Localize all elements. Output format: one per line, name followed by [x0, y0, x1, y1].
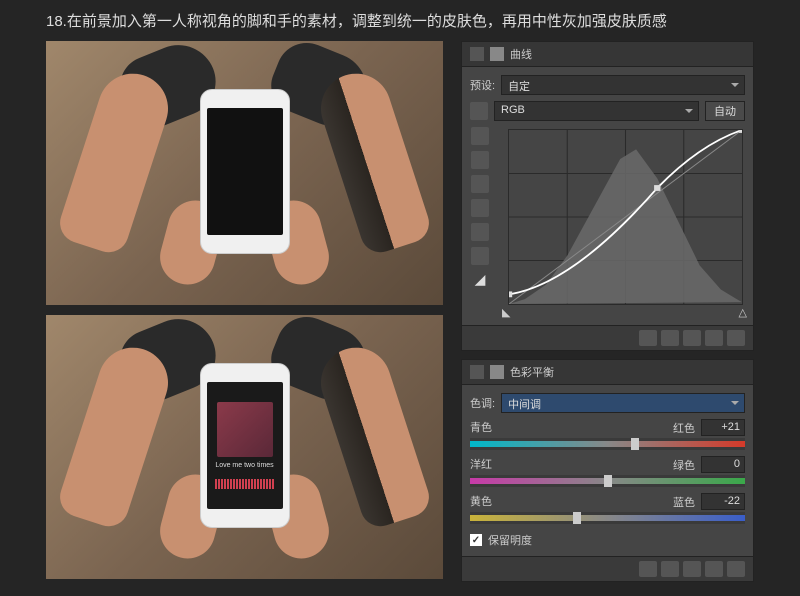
clip-to-layer-icon[interactable]	[639, 561, 657, 577]
eyedropper-white-icon[interactable]	[471, 175, 489, 193]
hand-icon[interactable]	[471, 247, 489, 265]
slider-value-input[interactable]: +21	[701, 419, 745, 436]
magenta-green-slider[interactable]	[470, 475, 745, 487]
checkbox-label: 保留明度	[488, 532, 532, 548]
trash-icon[interactable]	[727, 330, 745, 346]
white-slider[interactable]: △	[739, 306, 747, 319]
panel-title: 曲线	[510, 46, 532, 62]
phone-music-title: Love me two times	[207, 462, 283, 469]
panel-tab-icon[interactable]	[470, 47, 484, 61]
trash-icon[interactable]	[727, 561, 745, 577]
view-previous-icon[interactable]	[661, 561, 679, 577]
slider-value-input[interactable]: 0	[701, 456, 745, 473]
preset-label: 预设:	[470, 77, 495, 93]
color-balance-panel: 色彩平衡 色调: 中间调 青色 红色 +21	[461, 359, 754, 582]
slider-left-label: 青色	[470, 419, 492, 436]
visibility-icon[interactable]	[705, 330, 723, 346]
curves-tool-strip: ◢	[470, 127, 490, 317]
panel-footer	[462, 556, 753, 581]
slider-left-label: 洋红	[470, 456, 492, 473]
before-image	[46, 41, 443, 305]
visibility-icon[interactable]	[705, 561, 723, 577]
cyan-red-slider[interactable]	[470, 438, 745, 450]
slider-right-label: 绿色	[673, 457, 695, 473]
image-column: Love me two times	[46, 41, 443, 589]
curve-point[interactable]	[509, 291, 512, 297]
step-caption: 18.在前景加入第一人称视角的脚和手的素材，调整到统一的皮肤色，再用中性灰加强皮…	[46, 10, 754, 31]
slider-right-label: 蓝色	[673, 494, 695, 510]
panel-tab-icon[interactable]	[490, 47, 504, 61]
preset-select[interactable]: 自定	[501, 75, 745, 95]
auto-button[interactable]: 自动	[705, 101, 745, 121]
after-image: Love me two times	[46, 315, 443, 579]
reset-icon[interactable]	[683, 561, 701, 577]
panel-tab-icon[interactable]	[470, 365, 484, 379]
smooth-icon[interactable]	[471, 223, 489, 241]
clip-icon[interactable]: ◢	[471, 271, 489, 289]
curve-point[interactable]	[654, 185, 660, 191]
channel-select[interactable]: RGB	[494, 101, 699, 121]
curve-point[interactable]	[739, 130, 742, 133]
panel-tab-icon[interactable]	[490, 365, 504, 379]
clip-to-layer-icon[interactable]	[639, 330, 657, 346]
tone-select[interactable]: 中间调	[501, 393, 745, 413]
slider-value-input[interactable]: -22	[701, 493, 745, 510]
curves-graph[interactable]: ◣ △	[496, 127, 745, 317]
preserve-luminosity-checkbox[interactable]: ✓ 保留明度	[470, 532, 745, 548]
yellow-blue-slider[interactable]	[470, 512, 745, 524]
histogram-shape	[509, 149, 742, 304]
reset-icon[interactable]	[683, 330, 701, 346]
panel-title: 色彩平衡	[510, 364, 554, 380]
finger-icon[interactable]	[470, 102, 488, 120]
slider-left-label: 黄色	[470, 493, 492, 510]
check-icon: ✓	[470, 534, 482, 546]
black-slider[interactable]: ◣	[502, 306, 510, 319]
panel-footer	[462, 325, 753, 350]
pencil-icon[interactable]	[471, 199, 489, 217]
slider-right-label: 红色	[673, 420, 695, 436]
eyedropper-black-icon[interactable]	[471, 127, 489, 145]
tone-label: 色调:	[470, 395, 495, 411]
eyedropper-gray-icon[interactable]	[471, 151, 489, 169]
view-previous-icon[interactable]	[661, 330, 679, 346]
curves-panel: 曲线 预设: 自定 RGB 自动	[461, 41, 754, 351]
